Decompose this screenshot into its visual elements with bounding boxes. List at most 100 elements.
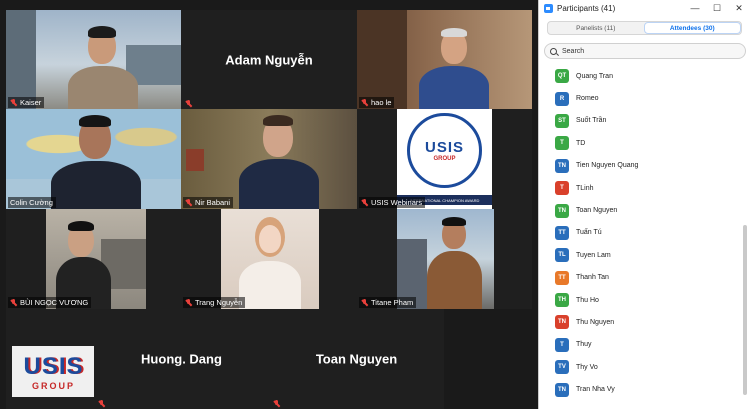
video-feed: [221, 209, 319, 309]
participant-name: Tuyen Lam: [576, 251, 611, 259]
avatar: TN: [555, 315, 569, 330]
avatar: T: [555, 337, 569, 352]
participant-row[interactable]: TN Tien Nguyen Quang: [539, 155, 739, 177]
participant-name: Thy Vo: [576, 363, 598, 371]
window-controls: — ☐ ✕: [684, 3, 750, 14]
participant-name-label: hao le: [359, 97, 395, 108]
avatar: T: [555, 136, 569, 151]
participant-name-label: Colin Cường: [8, 197, 56, 208]
participant-name-label: Trang Nguyễn: [183, 297, 246, 308]
participant-row[interactable]: QT Quang Tran: [539, 65, 739, 87]
logo-text: USIS: [23, 352, 84, 380]
mic-muted-icon: [185, 299, 192, 306]
participant-row[interactable]: T Thuy: [539, 334, 739, 356]
participant-name: Tran Nha Vy: [576, 386, 615, 394]
participant-row[interactable]: TT Thanh Tan: [539, 267, 739, 289]
mic-muted-icon: [361, 299, 368, 306]
logo-subtext: GROUP: [433, 156, 456, 162]
video-tile-nir[interactable]: Nir Babani: [181, 109, 357, 209]
participant-name-label: USIS Webinars: [359, 197, 426, 208]
logo-text: USIS: [424, 139, 464, 156]
participant-row[interactable]: ST Suốt Trần: [539, 110, 739, 132]
person: [51, 115, 141, 209]
video-tile-usis-webinars[interactable]: USIS GROUP INTERNATIONAL CHAMPION AWARD …: [357, 109, 532, 209]
logo-subtext: GROUP: [31, 380, 75, 391]
mic-muted-icon: [361, 199, 368, 206]
avatar: QT: [555, 69, 569, 84]
participant-name: Thuy: [576, 341, 592, 349]
video-tile-toan[interactable]: Toan Nguyen: [269, 309, 444, 409]
video-tile-kaiser[interactable]: Kaiser: [6, 10, 181, 109]
participant-center-name: Adam Nguyễn: [225, 52, 313, 67]
video-feed: [6, 109, 181, 209]
participant-row[interactable]: TV Thy Vo: [539, 356, 739, 378]
avatar: TN: [555, 203, 569, 218]
video-tile-usis-logo[interactable]: USIS GROUP: [6, 309, 94, 409]
mic-muted-icon: [185, 199, 192, 206]
maximize-icon[interactable]: ☐: [706, 3, 728, 14]
avatar: TT: [555, 270, 569, 285]
participant-name-label: Titane Pham: [359, 297, 417, 308]
video-tile-trang[interactable]: Trang Nguyễn: [181, 209, 357, 309]
tab-panelists[interactable]: Panelists (11): [548, 22, 644, 34]
participant-row[interactable]: T TLinh: [539, 177, 739, 199]
participant-row[interactable]: TH Thu Ho: [539, 289, 739, 311]
avatar: TN: [555, 158, 569, 173]
avatar: TN: [555, 382, 569, 397]
video-feed: USIS GROUP INTERNATIONAL CHAMPION AWARD: [397, 109, 492, 209]
search-input[interactable]: Search: [544, 43, 746, 59]
participant-row[interactable]: T TD: [539, 132, 739, 154]
person: [419, 28, 489, 109]
award-seal-logo: USIS GROUP: [407, 113, 482, 188]
mic-muted-icon: [10, 299, 17, 306]
wall-picture: [186, 149, 204, 171]
participant-row[interactable]: TT Tuấn Tú: [539, 222, 739, 244]
close-icon[interactable]: ✕: [728, 3, 750, 14]
mic-muted-icon: [10, 99, 17, 106]
avatar: R: [555, 91, 569, 106]
mic-muted-icon: [361, 99, 368, 106]
minimize-icon[interactable]: —: [684, 3, 706, 14]
participant-name: Toan Nguyen: [576, 207, 618, 215]
participant-name: Thu Ho: [576, 296, 599, 304]
video-feed: [397, 209, 494, 309]
video-feed: [46, 209, 146, 309]
video-tile-bui-ngoc-vuong[interactable]: BÙI NGỌC VƯƠNG: [6, 209, 181, 309]
person: [427, 217, 482, 309]
participant-name-label: BÙI NGỌC VƯƠNG: [8, 297, 92, 308]
mic-muted-icon: [273, 400, 280, 407]
video-tile-titane[interactable]: Titane Pham: [357, 209, 532, 309]
search-icon: [550, 47, 557, 55]
window-frame: [6, 10, 36, 109]
person: [68, 26, 138, 109]
participant-name: Tien Nguyen Quang: [576, 162, 639, 170]
panel-titlebar: Participants (41) — ☐ ✕: [539, 0, 750, 17]
video-tile-hao-le[interactable]: hao le: [357, 10, 532, 109]
video-feed: [357, 10, 532, 109]
avatar: TH: [555, 293, 569, 308]
person: [239, 115, 319, 209]
panel-title: Participants (41): [557, 4, 616, 13]
avatar: ST: [555, 113, 569, 128]
video-tile-adam[interactable]: Adam Nguyễn: [181, 10, 357, 109]
zoom-webinar-window: Kaiser Adam Nguyễn hao le Colin Cường Ni…: [0, 0, 750, 409]
participant-name: Tuấn Tú: [576, 229, 602, 237]
avatar: TV: [555, 360, 569, 375]
participant-row[interactable]: R Romeo: [539, 87, 739, 109]
tab-attendees[interactable]: Attendees (30): [643, 22, 741, 34]
avatar: TL: [555, 248, 569, 263]
participant-row[interactable]: TL Tuyen Lam: [539, 244, 739, 266]
participant-name: Suốt Trần: [576, 117, 607, 125]
participant-name-label: Kaiser: [8, 97, 45, 108]
zoom-app-icon: [544, 4, 553, 13]
participant-row[interactable]: TN Toan Nguyen: [539, 199, 739, 221]
participant-row[interactable]: TN Tran Nha Vy: [539, 378, 739, 400]
participant-name: TD: [576, 139, 586, 147]
person: [56, 219, 111, 309]
panel-scrollbar[interactable]: [743, 225, 747, 395]
participant-row[interactable]: TN Thu Nguyen: [539, 311, 739, 333]
video-feed: [181, 109, 357, 209]
video-tile-colin[interactable]: Colin Cường: [6, 109, 181, 209]
video-tile-huong[interactable]: Huong. Dang: [94, 309, 269, 409]
video-grid: Kaiser Adam Nguyễn hao le Colin Cường Ni…: [0, 0, 538, 409]
